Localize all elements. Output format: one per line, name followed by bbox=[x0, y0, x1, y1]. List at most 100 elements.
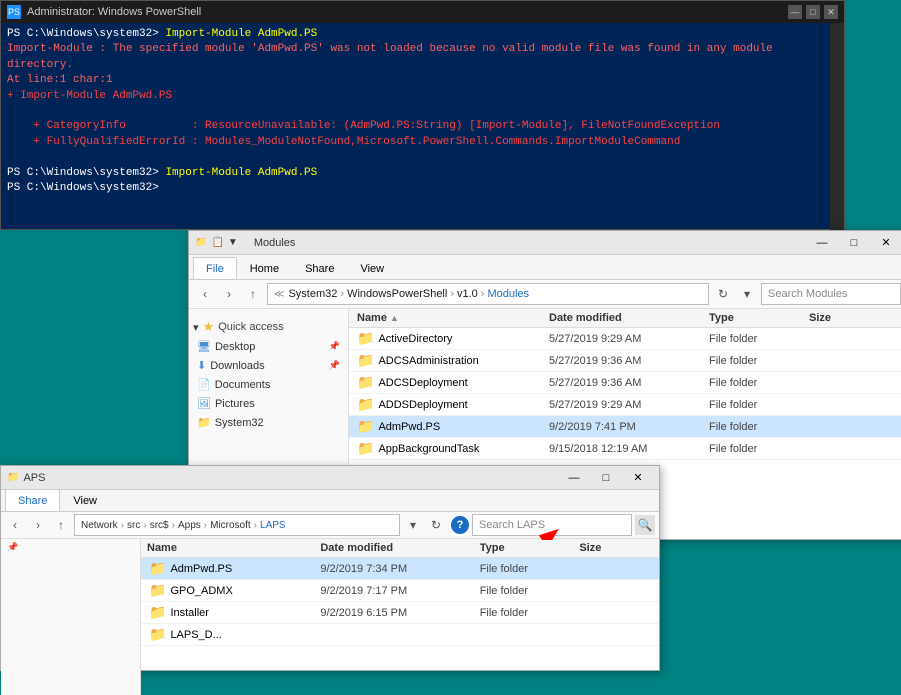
laps-refresh-btn[interactable]: ↻ bbox=[426, 515, 446, 535]
file-name-cell: 📁 ADCSAdministration bbox=[349, 352, 549, 369]
laps-search-box[interactable]: Search LAPS bbox=[472, 514, 632, 536]
pin-icon: 📌 bbox=[329, 341, 340, 352]
modules-file-row[interactable]: 📁 ActiveDirectory 5/27/2019 9:29 AM File… bbox=[349, 328, 901, 350]
modules-back-btn[interactable]: ‹ bbox=[195, 284, 215, 304]
modules-close-btn[interactable]: ✕ bbox=[871, 234, 901, 252]
laps-file-type-cell: File folder bbox=[480, 607, 580, 619]
sidebar-system32-label: System32 bbox=[215, 417, 264, 429]
ps-error-category: + CategoryInfo : ResourceUnavailable: (A… bbox=[7, 119, 838, 134]
modules-file-row[interactable]: 📁 ADCSAdministration 5/27/2019 9:36 AM F… bbox=[349, 350, 901, 372]
modules-list-header: Name ▲ Date modified Type Size bbox=[349, 309, 901, 328]
file-type-cell: File folder bbox=[709, 421, 809, 433]
laps-window-controls[interactable]: — □ ✕ bbox=[559, 469, 653, 487]
laps-minimize-btn[interactable]: — bbox=[559, 469, 589, 487]
modules-file-row[interactable]: 📁 AppBackgroundTask 9/15/2018 12:19 AM F… bbox=[349, 438, 901, 460]
sidebar-pictures-label: Pictures bbox=[215, 398, 255, 410]
tab-share[interactable]: Share bbox=[292, 257, 347, 279]
file-date-cell: 5/27/2019 9:36 AM bbox=[549, 377, 709, 389]
laps-file-row[interactable]: 📁 GPO_ADMX 9/2/2019 7:17 PM File folder bbox=[141, 580, 659, 602]
laps-up-btn[interactable]: ↑ bbox=[51, 515, 71, 535]
laps-file-type-cell: File folder bbox=[480, 563, 580, 575]
sidebar-downloads-label: Downloads bbox=[210, 360, 264, 372]
laps-tab-view[interactable]: View bbox=[60, 489, 110, 511]
sidebar-item-pictures[interactable]: 🖼 Pictures bbox=[189, 394, 348, 413]
file-name-cell: 📁 ADDSDeployment bbox=[349, 396, 549, 413]
folder-icon: 📁 bbox=[357, 352, 374, 369]
file-type-cell: File folder bbox=[709, 399, 809, 411]
laps-file-row[interactable]: 📁 Installer 9/2/2019 6:15 PM File folder bbox=[141, 602, 659, 624]
modules-file-row[interactable]: 📁 ADDSDeployment 5/27/2019 9:29 AM File … bbox=[349, 394, 901, 416]
modules-titlebar-icon3: ▼ bbox=[228, 237, 238, 248]
tab-file[interactable]: File bbox=[193, 257, 237, 279]
file-name-cell: 📁 AdmPwd.PS bbox=[349, 418, 549, 435]
ps-blank2 bbox=[7, 150, 838, 165]
ps-window-controls[interactable]: — □ ✕ bbox=[788, 5, 838, 19]
modules-search-placeholder: Search Modules bbox=[768, 288, 848, 300]
laps-sidebar: 📌 bbox=[1, 539, 141, 695]
ps-close-btn[interactable]: ✕ bbox=[824, 5, 838, 19]
modules-refresh-btn[interactable]: ↻ bbox=[713, 284, 733, 304]
ps-title: Administrator: Windows PowerShell bbox=[27, 6, 782, 18]
file-date-cell: 5/27/2019 9:36 AM bbox=[549, 355, 709, 367]
modules-ribbon: File Home Share View bbox=[189, 255, 901, 280]
ps-content: PS C:\Windows\system32> Import-Module Ad… bbox=[1, 23, 844, 231]
file-type-cell: File folder bbox=[709, 377, 809, 389]
modules-minimize-btn[interactable]: — bbox=[807, 234, 837, 252]
sidebar-item-downloads[interactable]: ⬇ Downloads 📌 bbox=[189, 356, 348, 375]
laps-close-btn[interactable]: ✕ bbox=[623, 469, 653, 487]
laps-dropdown-btn[interactable]: ▾ bbox=[403, 515, 423, 535]
ps-maximize-btn[interactable]: □ bbox=[806, 5, 820, 19]
modules-maximize-btn[interactable]: □ bbox=[839, 234, 869, 252]
modules-titlebar-icon2: 📋 bbox=[211, 237, 223, 248]
modules-window-controls[interactable]: — □ ✕ bbox=[807, 234, 901, 252]
modules-up-btn[interactable]: ↑ bbox=[243, 284, 263, 304]
quick-access-label: Quick access bbox=[218, 321, 283, 333]
laps-back-btn[interactable]: ‹ bbox=[5, 515, 25, 535]
sidebar-item-desktop[interactable]: 🖥 Desktop 📌 bbox=[189, 337, 348, 356]
modules-forward-btn[interactable]: › bbox=[219, 284, 239, 304]
file-date-cell: 9/15/2018 12:19 AM bbox=[549, 443, 709, 455]
laps-file-row[interactable]: 📁 LAPS_D... bbox=[141, 624, 659, 646]
laps-path-laps: LAPS bbox=[260, 520, 286, 531]
col-type-header: Type bbox=[709, 312, 809, 324]
tab-home[interactable]: Home bbox=[237, 257, 292, 279]
modules-path[interactable]: ≪ System32 › WindowsPowerShell › v1.0 › … bbox=[267, 283, 709, 305]
powershell-window: PS Administrator: Windows PowerShell — □… bbox=[0, 0, 845, 230]
tab-view[interactable]: View bbox=[347, 257, 397, 279]
sidebar-documents-label: Documents bbox=[215, 379, 271, 391]
ps-blank bbox=[7, 104, 838, 119]
modules-dropdown-btn[interactable]: ▾ bbox=[737, 284, 757, 304]
laps-folder-icon: 📁 bbox=[149, 560, 166, 577]
modules-search-box[interactable]: Search Modules bbox=[761, 283, 901, 305]
laps-tab-share[interactable]: Share bbox=[5, 489, 60, 511]
sidebar-item-system32[interactable]: 📁 System32 bbox=[189, 413, 348, 432]
laps-list-header: Name Date modified Type Size bbox=[141, 539, 659, 558]
laps-help-icon[interactable]: ? bbox=[451, 516, 469, 534]
laps-maximize-btn[interactable]: □ bbox=[591, 469, 621, 487]
laps-body: 📌 Name Date modified Type Size 📁 AdmPwd.… bbox=[1, 539, 659, 695]
laps-search-btn[interactable]: 🔍 bbox=[635, 515, 655, 535]
file-type-cell: File folder bbox=[709, 355, 809, 367]
laps-forward-btn[interactable]: › bbox=[28, 515, 48, 535]
sidebar-item-documents[interactable]: 📄 Documents bbox=[189, 375, 348, 394]
modules-file-row[interactable]: 📁 ADCSDeployment 5/27/2019 9:36 AM File … bbox=[349, 372, 901, 394]
col-date-header: Date modified bbox=[549, 312, 709, 324]
laps-file-row[interactable]: 📁 AdmPwd.PS 9/2/2019 7:34 PM File folder bbox=[141, 558, 659, 580]
laps-file-name-cell: 📁 LAPS_D... bbox=[141, 626, 320, 643]
laps-file-date-cell: 9/2/2019 7:34 PM bbox=[320, 563, 479, 575]
modules-file-rows: 📁 ActiveDirectory 5/27/2019 9:29 AM File… bbox=[349, 328, 901, 460]
laps-file-type-cell: File folder bbox=[480, 585, 580, 597]
file-type-cell: File folder bbox=[709, 333, 809, 345]
file-name-text: AppBackgroundTask bbox=[378, 443, 479, 455]
modules-file-row[interactable]: 📁 AdmPwd.PS 9/2/2019 7:41 PM File folder bbox=[349, 416, 901, 438]
ps-icon: PS bbox=[7, 5, 21, 19]
laps-nav-header: 📌 bbox=[1, 539, 140, 556]
folder-icon: 📁 bbox=[357, 396, 374, 413]
quick-access-header[interactable]: ▾ ★ Quick access bbox=[189, 315, 348, 337]
ps-scrollbar[interactable] bbox=[830, 23, 844, 231]
ps-minimize-btn[interactable]: — bbox=[788, 5, 802, 19]
laps-path[interactable]: Network › src › src$ › Apps › Microsoft … bbox=[74, 514, 400, 536]
laps-folder-icon: 📁 bbox=[149, 582, 166, 599]
col-name-header: Name ▲ bbox=[349, 312, 549, 324]
folder-icon: 📁 bbox=[357, 330, 374, 347]
